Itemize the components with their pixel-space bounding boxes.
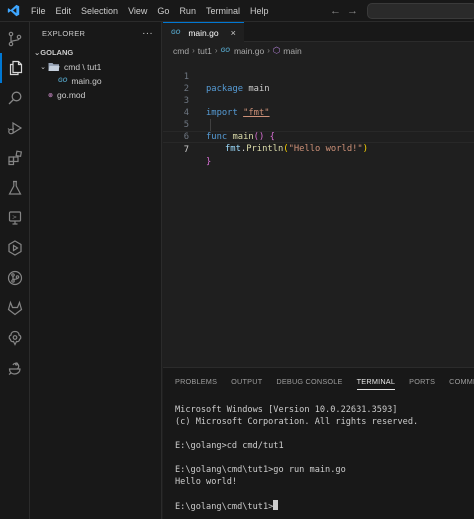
deploy-icon[interactable] [0, 233, 30, 263]
go-mod-file-icon: ⊛ [48, 92, 54, 99]
menu-go[interactable]: Go [152, 0, 174, 22]
tab-debug-console[interactable]: DEBUG CONSOLE [276, 368, 342, 396]
tab-main-go[interactable]: GO main.go × [163, 22, 244, 42]
menu-bar: File Edit Selection View Go Run Terminal… [26, 0, 273, 22]
chevron-right-icon: › [267, 46, 270, 55]
tab-problems[interactable]: PROBLEMS [175, 368, 217, 396]
svg-text:>: > [12, 214, 17, 221]
gitlab-icon[interactable] [0, 293, 30, 323]
code-editor[interactable]: 1 package main 2 3 import "fmt" 4 5 func… [163, 59, 474, 167]
activity-bar: > [0, 22, 30, 519]
tab-terminal[interactable]: TERMINAL [356, 368, 396, 396]
editor-tabs: GO main.go × [163, 22, 474, 42]
command-center-search[interactable] [367, 3, 474, 19]
workspace-section[interactable]: ⌄ GOLANG [30, 44, 161, 60]
function-token: Println [246, 144, 284, 154]
editor-area: GO main.go × cmd › tut1 › GO main.go › ⬡… [163, 22, 474, 367]
breadcrumb-item[interactable]: main [283, 46, 301, 56]
workspace-name: GOLANG [40, 47, 74, 57]
breadcrumb: cmd › tut1 › GO main.go › ⬡ main [163, 42, 474, 59]
kubernetes-icon[interactable] [0, 323, 30, 353]
code-line-4: 4 [163, 95, 474, 118]
terminal-cursor [273, 500, 279, 510]
chevron-right-icon: › [192, 46, 195, 55]
explorer-icon[interactable] [0, 53, 30, 83]
title-bar: File Edit Selection View Go Run Terminal… [0, 0, 474, 22]
terminal-line: E:\golang>cd cmd/tut1 [175, 441, 284, 451]
panel-tabs: PROBLEMS OUTPUT DEBUG CONSOLE TERMINAL P… [163, 368, 474, 396]
chevron-right-icon: › [214, 46, 218, 55]
search-icon[interactable] [0, 83, 30, 113]
line-number: 7 [183, 145, 189, 155]
run-debug-icon[interactable] [0, 113, 30, 143]
arrow-right-icon[interactable]: → [347, 5, 358, 17]
terminal-line: E:\golang\cmd\tut1>go run main.go [175, 465, 346, 475]
tab-output[interactable]: OUTPUT [231, 368, 262, 396]
vscode-logo-icon [0, 0, 26, 22]
tree-label: cmd \ tut1 [64, 62, 102, 72]
tree-file-go-mod[interactable]: ⊛ go.mod [30, 88, 161, 102]
tree-folder-cmd-tut1[interactable]: ⌄ cmd \ tut1 [30, 60, 161, 74]
git-graph-icon[interactable] [0, 263, 30, 293]
code-line-2: 2 [163, 71, 474, 94]
tree-label: go.mod [57, 90, 86, 100]
menu-edit[interactable]: Edit [51, 0, 77, 22]
navigation-controls: ← → [330, 0, 358, 22]
menu-run[interactable]: Run [174, 0, 201, 22]
menu-file[interactable]: File [26, 0, 51, 22]
docker-icon[interactable] [0, 353, 30, 383]
terminal[interactable]: Microsoft Windows [Version 10.0.22631.35… [163, 396, 474, 512]
menu-terminal[interactable]: Terminal [201, 0, 245, 22]
breadcrumb-item[interactable]: main.go [234, 46, 264, 56]
function-symbol-icon: ⬡ [272, 45, 281, 55]
code-line-5: 5 func main() { [163, 107, 474, 142]
remote-explorer-icon[interactable]: > [0, 203, 30, 233]
terminal-prompt-line: E:\golang\cmd\tut1> [175, 500, 474, 512]
code-line-7: 7 } [163, 131, 474, 167]
string-token: "Hello world!" [288, 144, 363, 154]
paren-token: ) [362, 144, 369, 154]
testing-icon[interactable] [0, 173, 30, 203]
tab-label: main.go [188, 27, 219, 38]
tree-label: main.go [71, 76, 102, 86]
go-file-icon: GO [171, 29, 181, 36]
arrow-left-icon[interactable]: ← [330, 5, 341, 17]
source-control-icon[interactable] [0, 24, 30, 54]
indent-guide [210, 119, 211, 131]
brace-token: } [206, 157, 212, 167]
go-file-icon: GO [220, 47, 230, 54]
menu-view[interactable]: View [123, 0, 152, 22]
terminal-line: Microsoft Windows [Version 10.0.22631.35… [175, 405, 398, 415]
tab-comments[interactable]: COMMENTS [449, 368, 474, 396]
menu-selection[interactable]: Selection [76, 0, 123, 22]
more-actions-icon[interactable]: ··· [142, 28, 153, 39]
package-token: fmt [225, 144, 241, 154]
folder-open-icon [48, 63, 60, 71]
tab-ports[interactable]: PORTS [409, 368, 435, 396]
close-icon[interactable]: × [231, 28, 236, 38]
terminal-line: Hello world! [175, 477, 238, 487]
code-line-3: 3 import "fmt" [163, 83, 474, 118]
terminal-line: (c) Microsoft Corporation. All rights re… [175, 417, 419, 427]
explorer-sidebar: EXPLORER ··· ⌄ GOLANG ⌄ cmd \ tut1 GO ma… [30, 22, 162, 519]
breadcrumb-item[interactable]: tut1 [198, 46, 212, 56]
bottom-panel: PROBLEMS OUTPUT DEBUG CONSOLE TERMINAL P… [163, 367, 474, 519]
terminal-prompt: E:\golang\cmd\tut1> [175, 502, 274, 512]
code-line-1: 1 package main [163, 59, 474, 94]
explorer-title: EXPLORER [42, 28, 86, 38]
menu-help[interactable]: Help [245, 0, 274, 22]
chevron-down-icon: ⌄ [40, 64, 46, 71]
breadcrumb-item[interactable]: cmd [173, 46, 189, 56]
go-file-icon: GO [58, 78, 68, 84]
tree-file-main-go[interactable]: GO main.go [30, 74, 161, 88]
extensions-icon[interactable] [0, 143, 30, 173]
explorer-header: EXPLORER ··· [30, 22, 161, 44]
